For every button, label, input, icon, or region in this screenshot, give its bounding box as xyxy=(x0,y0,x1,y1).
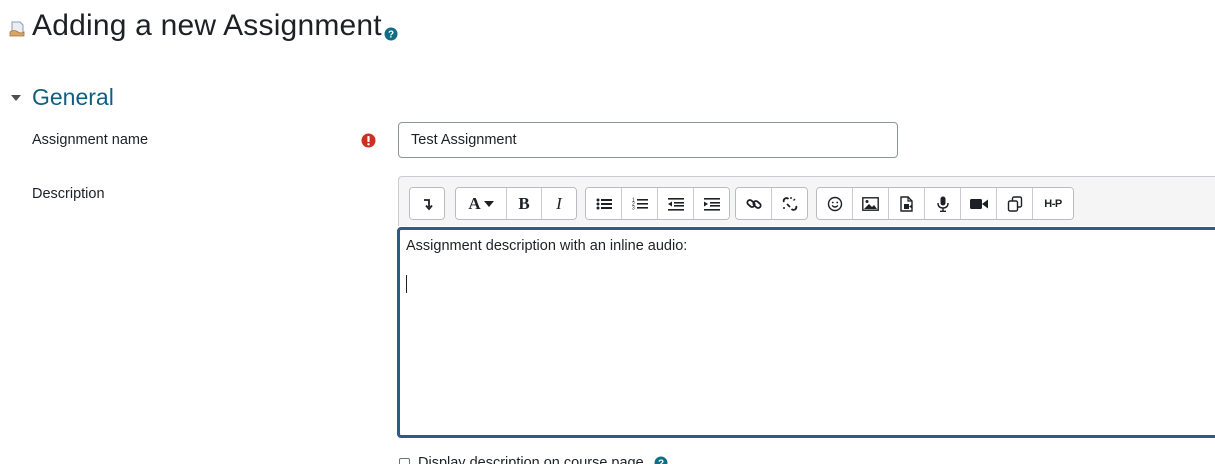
svg-text:3: 3 xyxy=(632,205,635,211)
assignment-name-input[interactable] xyxy=(398,122,898,158)
svg-text:?: ? xyxy=(388,30,394,41)
emoji-button[interactable] xyxy=(817,188,853,219)
dropdown-arrow-icon xyxy=(483,200,494,207)
page-header: Adding a new Assignment ? xyxy=(8,6,398,46)
collapse-button[interactable] xyxy=(410,188,444,219)
link-button[interactable] xyxy=(736,188,772,219)
style-button[interactable]: A xyxy=(456,188,507,219)
assignment-icon xyxy=(9,21,25,37)
style-glyph: A xyxy=(468,193,481,213)
toolbar-group-lists: 1 2 3 xyxy=(585,187,730,220)
bold-button[interactable]: B xyxy=(507,188,542,219)
ordered-list-icon: 1 2 3 xyxy=(632,197,648,211)
help-icon[interactable]: ? xyxy=(384,27,398,41)
indent-icon xyxy=(703,197,720,211)
page: Adding a new Assignment ? General Assign… xyxy=(0,0,1215,464)
media-button[interactable] xyxy=(889,188,925,219)
outdent-button[interactable] xyxy=(658,188,694,219)
microphone-icon xyxy=(936,196,949,212)
collapse-icon xyxy=(424,198,433,210)
caret-down-icon xyxy=(11,94,21,101)
image-button[interactable] xyxy=(853,188,889,219)
description-editor[interactable]: Assignment description with an inline au… xyxy=(397,227,1215,438)
unordered-list-icon xyxy=(596,198,612,209)
media-file-icon xyxy=(899,195,913,212)
page-title: Adding a new Assignment xyxy=(32,9,382,42)
italic-glyph: I xyxy=(556,193,562,213)
video-camera-icon xyxy=(969,198,988,209)
display-description-checkbox[interactable] xyxy=(399,457,410,464)
display-description-label: Display description on course page xyxy=(418,455,644,464)
description-label: Description xyxy=(32,186,105,202)
required-icon xyxy=(361,133,376,148)
bold-glyph: B xyxy=(518,193,530,213)
h5p-button[interactable]: H-P xyxy=(1033,188,1073,219)
description-text: Assignment description with an inline au… xyxy=(406,238,688,254)
assignment-name-label: Assignment name xyxy=(32,132,149,148)
indent-button[interactable] xyxy=(694,188,729,219)
h5p-icon: H-P xyxy=(1044,197,1062,210)
emoji-icon xyxy=(827,196,842,211)
editor-toolbar: A B I 1 2 3 H-P xyxy=(398,176,1215,226)
display-description-row: Display description on course page ? xyxy=(399,455,668,464)
ordered-list-button[interactable]: 1 2 3 xyxy=(622,188,658,219)
toolbar-group-collapse xyxy=(409,187,445,220)
record-audio-button[interactable] xyxy=(925,188,961,219)
toolbar-group-format: A B I xyxy=(455,187,577,220)
section-general-toggle[interactable]: General xyxy=(10,84,114,111)
unlink-button[interactable] xyxy=(772,188,807,219)
svg-text:?: ? xyxy=(658,459,664,464)
toolbar-group-links xyxy=(735,187,808,220)
italic-button[interactable]: I xyxy=(542,188,576,219)
image-icon xyxy=(862,196,879,211)
outdent-icon xyxy=(667,197,684,211)
toolbar-group-media: H-P xyxy=(816,187,1074,220)
unordered-list-button[interactable] xyxy=(586,188,622,219)
link-icon xyxy=(745,198,762,209)
section-title: General xyxy=(32,84,114,110)
unlink-icon xyxy=(782,196,797,211)
record-video-button[interactable] xyxy=(961,188,997,219)
manage-files-button[interactable] xyxy=(997,188,1033,219)
copy-files-icon xyxy=(1007,195,1022,212)
text-cursor xyxy=(406,275,407,293)
help-icon[interactable]: ? xyxy=(654,456,668,464)
